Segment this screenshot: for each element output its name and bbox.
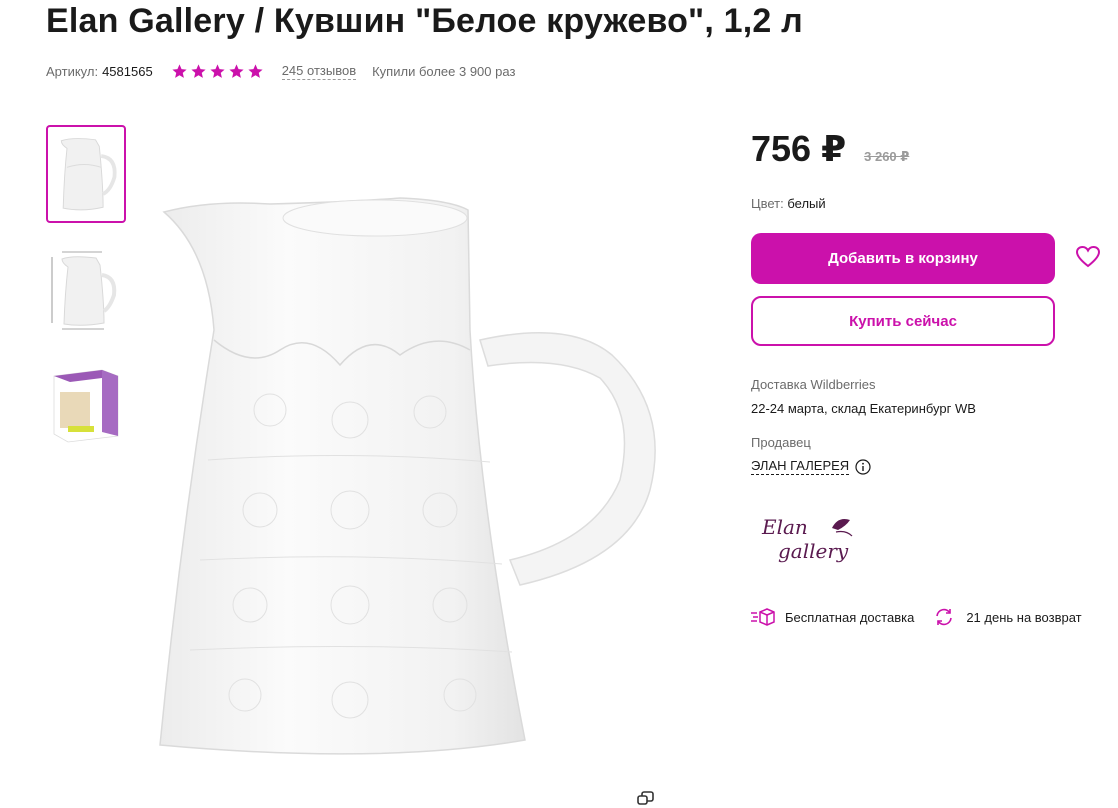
star-icon <box>172 63 187 78</box>
rating-stars <box>171 63 264 80</box>
zoom-icon[interactable] <box>636 790 656 806</box>
free-delivery-perk: Бесплатная доставка <box>751 607 914 627</box>
delivery-value: 22-24 марта, склад Екатеринбург WB <box>751 401 976 416</box>
perks-row: Бесплатная доставка 21 день на возврат <box>751 607 1082 627</box>
main-product-image[interactable] <box>150 180 680 770</box>
color-label: Цвет: <box>751 196 784 211</box>
purchase-count: Купили более 3 900 раз <box>372 63 516 79</box>
thumbnail-jug-box[interactable] <box>46 362 126 460</box>
heart-icon[interactable] <box>1075 245 1101 269</box>
logo-line2: gallery <box>778 539 849 563</box>
jug-main-image <box>159 197 656 755</box>
jug-dimensions-thumbnail-image <box>51 251 117 330</box>
free-delivery-text: Бесплатная доставка <box>785 609 915 625</box>
seller-label: Продавец <box>751 435 811 450</box>
color-row: Цвет: белый <box>751 196 826 211</box>
star-icon <box>191 63 206 78</box>
thumbnail-jug-photo[interactable] <box>46 125 126 223</box>
star-icon <box>229 63 244 78</box>
logo-line1: Elan <box>761 515 808 539</box>
old-price: 3 260 ₽ <box>864 149 910 164</box>
seller-name-link[interactable]: ЭЛАН ГАЛЕРЕЯ <box>751 458 850 475</box>
reviews-link[interactable]: 245 отзывов <box>281 63 357 80</box>
seller-row: ЭЛАН ГАЛЕРЕЯ <box>751 458 871 475</box>
current-price: 756 ₽ <box>751 128 847 169</box>
product-meta: Артикул: 4581565 245 отзывов Купили боле… <box>46 60 515 82</box>
product-title: Elan Gallery / Кувшин "Белое кружево", 1… <box>46 2 803 40</box>
return-arrows-icon <box>936 608 953 626</box>
sku-label: Артикул: <box>46 63 99 79</box>
jug-thumbnail-image <box>60 138 117 211</box>
delivery-label: Доставка Wildberries <box>751 377 876 392</box>
info-icon[interactable] <box>855 458 871 475</box>
return-policy-text: 21 день на возврат <box>966 609 1082 625</box>
star-icon <box>210 63 225 78</box>
star-icon <box>248 63 263 78</box>
delivery-box-icon <box>751 608 775 626</box>
return-perk: 21 день на возврат <box>932 607 1082 627</box>
thumbnail-jug-dimensions[interactable] <box>46 243 126 341</box>
color-value: белый <box>787 196 826 211</box>
add-to-cart-button[interactable]: Добавить в корзину <box>751 233 1055 284</box>
price-block: 756 ₽ 3 260 ₽ <box>751 128 909 170</box>
buy-now-button[interactable]: Купить сейчас <box>751 296 1055 346</box>
sku-value: 4581565 <box>102 63 153 79</box>
seller-logo[interactable]: Elan gallery <box>752 510 862 572</box>
jug-box-thumbnail-image <box>53 369 119 443</box>
